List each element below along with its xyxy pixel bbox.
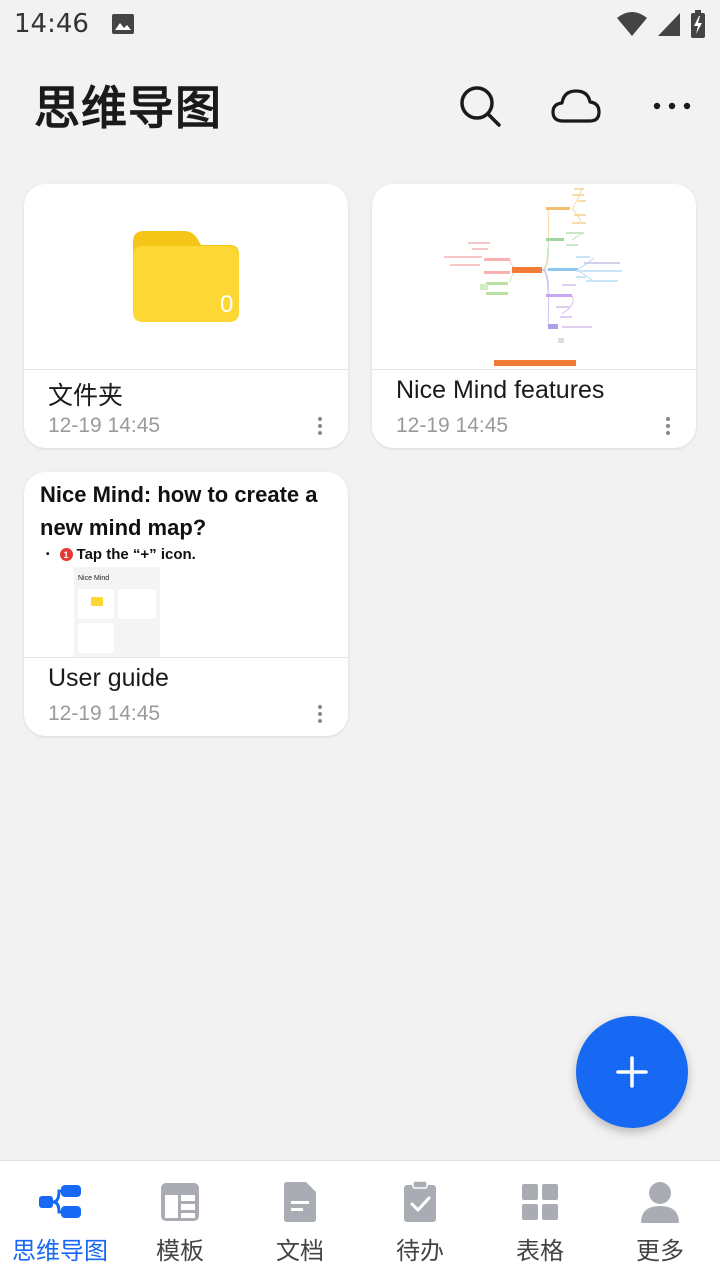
nav-label: 表格 — [516, 1237, 564, 1265]
person-icon — [641, 1182, 679, 1223]
nav-todo[interactable]: 待办 — [360, 1161, 480, 1280]
folder-count: 0 — [220, 291, 233, 318]
preview-step: • 1 Tap the “+” icon. — [46, 546, 196, 563]
item-more-button[interactable] — [308, 412, 332, 440]
template-icon — [161, 1183, 199, 1221]
wifi-icon — [617, 12, 647, 36]
mindmap-preview-image — [444, 188, 622, 366]
status-bar: 14:46 — [0, 0, 720, 48]
preview-screenshot: Nice Mind — [74, 567, 160, 657]
folder-thumbnail: 0 — [24, 184, 348, 369]
folder-card[interactable]: 0 文件夹 12-19 14:45 — [24, 184, 348, 448]
preview-step-text: Tap the “+” icon. — [76, 546, 196, 563]
nav-template[interactable]: 模板 — [120, 1161, 240, 1280]
document-icon — [284, 1182, 316, 1222]
app-header: 思维导图 — [0, 60, 720, 150]
user-guide-card[interactable]: Nice Mind: how to create a new mind map?… — [24, 472, 348, 736]
item-name: Nice Mind features — [396, 376, 605, 404]
item-date: 12-19 14:45 — [48, 702, 161, 725]
mindmap-thumbnail — [372, 184, 696, 369]
nav-document[interactable]: 文档 — [240, 1161, 360, 1280]
item-name: User guide — [48, 664, 169, 692]
preview-app-name: Nice Mind — [78, 575, 110, 582]
item-more-button[interactable] — [656, 412, 680, 440]
nav-label: 模板 — [156, 1237, 204, 1265]
step-number-badge: 1 — [59, 548, 73, 561]
cloud-sync-button[interactable] — [548, 78, 604, 134]
nav-more[interactable]: 更多 — [600, 1161, 720, 1280]
cloud-icon — [551, 89, 601, 123]
item-date: 12-19 14:45 — [396, 414, 509, 437]
nav-label: 文档 — [276, 1237, 324, 1265]
add-button[interactable] — [576, 1016, 688, 1128]
nav-label: 更多 — [636, 1237, 684, 1265]
status-time: 14:46 — [14, 9, 89, 39]
signal-icon — [658, 13, 680, 36]
table-icon — [522, 1184, 558, 1220]
bottom-nav: 思维导图 模板 文档 待办 表格 更多 — [0, 1160, 720, 1280]
mindmap-card[interactable]: Nice Mind features 12-19 14:45 — [372, 184, 696, 448]
preview-title: Nice Mind: how to create a new mind map? — [40, 482, 318, 540]
item-more-button[interactable] — [308, 700, 332, 728]
page-title: 思维导图 — [34, 81, 222, 135]
image-notification-icon — [111, 14, 134, 34]
plus-icon — [616, 1056, 648, 1088]
todo-icon — [404, 1181, 436, 1222]
search-button[interactable] — [452, 78, 508, 134]
more-options-button[interactable] — [644, 78, 700, 134]
battery-icon — [691, 10, 705, 38]
nav-label: 思维导图 — [12, 1237, 108, 1265]
mindmap-icon — [39, 1185, 81, 1218]
more-horizontal-icon — [653, 102, 691, 110]
search-icon — [460, 86, 501, 127]
item-date: 12-19 14:45 — [48, 414, 161, 437]
item-name: 文件夹 — [48, 382, 124, 410]
folder-icon: 0 — [133, 231, 239, 322]
nav-mindmap[interactable]: 思维导图 — [0, 1161, 120, 1280]
user-guide-thumbnail: Nice Mind: how to create a new mind map?… — [24, 472, 348, 657]
nav-label: 待办 — [396, 1237, 444, 1265]
nav-table[interactable]: 表格 — [480, 1161, 600, 1280]
